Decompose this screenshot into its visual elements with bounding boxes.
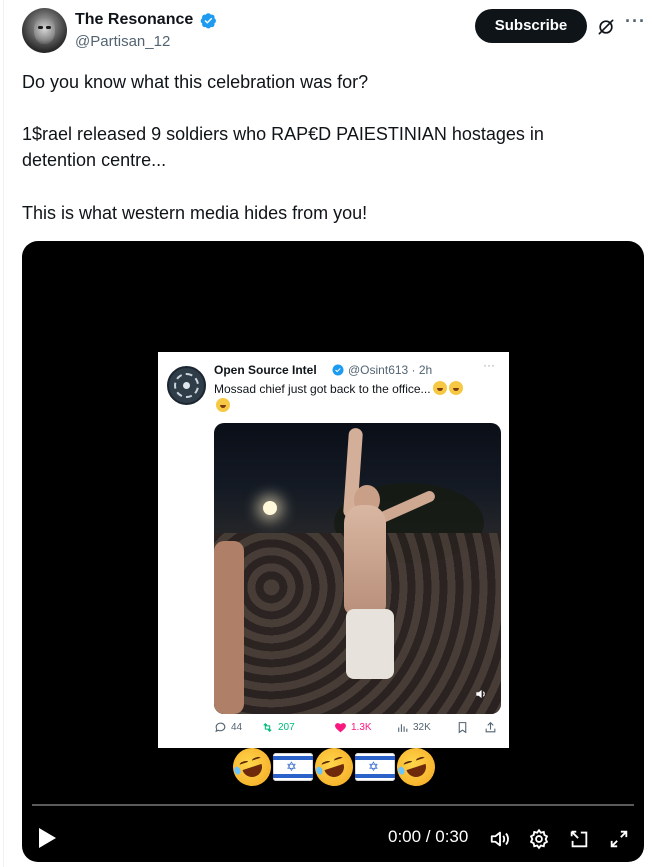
post-header: The Resonance @Partisan_12 Subscribe ···	[22, 8, 652, 54]
video-progress-bar[interactable]	[32, 804, 634, 806]
embedded-post-text-content: Mossad chief just got back to the office…	[214, 382, 431, 396]
grok-icon[interactable]	[596, 17, 616, 37]
author-handle[interactable]: @Partisan_12	[75, 33, 170, 50]
video-player[interactable]: Open Source Intel @Osint613 · 2h ··· Mos…	[22, 241, 644, 862]
embedded-reply-stat: 44	[214, 721, 242, 734]
post-text-line: 1$rael released 9 soldiers who RAP€D PAI…	[22, 124, 544, 144]
embedded-reply-count: 44	[231, 722, 243, 733]
post-text-line: This is what western media hides from yo…	[22, 203, 368, 223]
embedded-like-count: 1.3K	[351, 722, 372, 733]
share-icon	[485, 721, 496, 733]
bookmark-icon	[458, 722, 467, 734]
embedded-views-count: 32K	[413, 722, 431, 733]
views-icon	[398, 724, 408, 732]
post-text-line: detention centre...	[22, 150, 167, 170]
volume-icon[interactable]	[489, 828, 511, 850]
embedded-more-icon: ···	[483, 358, 495, 372]
winking-laugh-emoji-icon	[216, 398, 230, 412]
rolling-laugh-emoji-icon	[392, 743, 440, 791]
play-icon[interactable]	[37, 827, 57, 849]
embedded-media-image	[214, 423, 501, 714]
timeline-border	[3, 0, 4, 867]
more-options-icon[interactable]: ···	[625, 11, 646, 32]
picture-in-picture-icon[interactable]	[568, 828, 590, 850]
subscribe-button[interactable]: Subscribe	[475, 9, 587, 43]
reply-icon	[215, 722, 226, 733]
winking-laugh-emoji-icon	[448, 381, 463, 395]
author-name[interactable]: The Resonance	[75, 11, 193, 29]
israel-flag-icon: ✡	[355, 753, 395, 781]
verified-badge-icon	[200, 13, 216, 29]
embedded-like-stat: 1.3K	[334, 721, 372, 734]
rolling-laugh-emoji-icon	[310, 743, 358, 791]
embedded-views-stat: 32K	[396, 721, 431, 734]
embedded-repost-stat: 207	[261, 721, 295, 734]
embedded-author-name: Open Source Intel	[214, 363, 317, 377]
author-avatar[interactable]	[22, 8, 67, 53]
street-light	[263, 501, 277, 515]
winking-laugh-emoji-icon	[432, 381, 447, 395]
rolling-laugh-emoji-icon	[228, 743, 276, 791]
embedded-post-screenshot: Open Source Intel @Osint613 · 2h ··· Mos…	[158, 352, 509, 748]
video-emoji-overlay: ✡ ✡	[228, 743, 440, 791]
fullscreen-icon[interactable]	[608, 828, 630, 850]
embedded-action-bar: 44 207 1.3K 32K	[214, 721, 501, 739]
embedded-share	[484, 721, 497, 734]
heart-icon	[335, 723, 346, 733]
video-time: 0:00 / 0:30	[388, 827, 469, 846]
repost-icon	[263, 722, 272, 733]
israel-flag-icon: ✡	[273, 753, 313, 781]
embedded-repost-count: 207	[278, 722, 295, 733]
embedded-post-text: Mossad chief just got back to the office…	[214, 381, 463, 396]
embedded-handle-time: @Osint613 · 2h	[348, 363, 433, 377]
embedded-volume-icon	[476, 689, 485, 699]
settings-gear-icon[interactable]	[528, 828, 550, 850]
embedded-bookmark	[456, 721, 469, 734]
embedded-avatar	[167, 366, 206, 405]
post-text-line: Do you know what this celebration was fo…	[22, 72, 369, 92]
embedded-emoji-line	[214, 397, 230, 415]
embedded-verified-icon	[332, 364, 344, 376]
